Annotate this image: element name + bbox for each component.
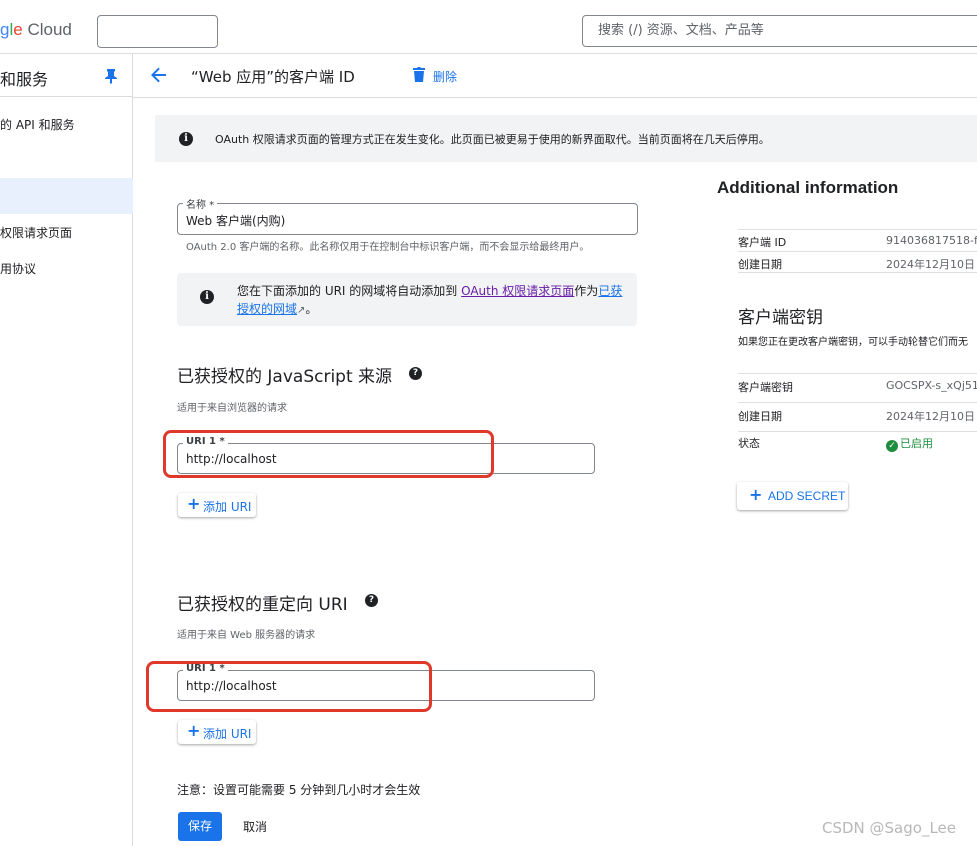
- settings-note: 注意：设置可能需要 5 分钟到几小时才会生效: [177, 783, 421, 797]
- project-selector[interactable]: [97, 15, 218, 48]
- help-icon[interactable]: ?: [365, 594, 378, 607]
- nav-divider: [0, 96, 133, 97]
- search-input[interactable]: 搜索 (/) 资源、文档、产品等: [582, 15, 977, 47]
- secret-row: 创建日期 2024年12月10日: [738, 402, 977, 431]
- plus-icon: +: [187, 494, 201, 513]
- secret-row: 状态 ✓ 已启用: [738, 431, 977, 460]
- client-name-hint: OAuth 2.0 客户端的名称。此名称仅用于在控制台中标识客户端，而不会显示给…: [186, 242, 590, 253]
- js-origins-subtitle: 适用于来自浏览器的请求: [177, 403, 287, 414]
- info-icon: i: [200, 290, 214, 304]
- trash-icon[interactable]: [412, 66, 426, 83]
- google-cloud-logo[interactable]: gle Cloud: [0, 20, 72, 40]
- highlight-box: [163, 430, 494, 478]
- top-bar: gle Cloud 搜索 (/) 资源、文档、产品等: [0, 0, 977, 54]
- page-title: “Web 应用”的客户端 ID: [191, 68, 355, 86]
- info-banner: i OAuth 权限请求页面的管理方式正在发生变化。此页面已被更易于使用的新界面…: [155, 115, 977, 162]
- sidebar-item-api-services[interactable]: 的 API 和服务: [0, 116, 75, 133]
- redirect-uris-title: 已获授权的重定向 URI: [177, 595, 348, 615]
- redirect-uris-subtitle: 适用于来自 Web 服务器的请求: [177, 630, 316, 641]
- client-name-value: Web 客户端(内购): [186, 214, 286, 228]
- cancel-button[interactable]: 取消: [243, 818, 267, 835]
- add-js-origin-button[interactable]: + 添加 URI: [178, 493, 256, 517]
- help-icon[interactable]: ?: [409, 367, 422, 380]
- check-circle-icon: ✓: [886, 440, 898, 452]
- header-divider: [133, 97, 977, 98]
- plus-icon: +: [749, 485, 763, 504]
- back-arrow-icon[interactable]: [150, 66, 168, 84]
- save-button[interactable]: 保存: [178, 812, 222, 841]
- status-badge: 已启用: [900, 437, 933, 450]
- add-secret-button[interactable]: + ADD SECRET: [737, 482, 848, 510]
- client-secret-desc: 如果您正在更改客户端密钥，可以手动轮替它们而无: [738, 337, 968, 348]
- delete-button[interactable]: 删除: [433, 68, 457, 85]
- watermark: CSDN @Sago_Lee: [822, 819, 956, 837]
- secret-row: 客户端密钥 GOCSPX-s_xQj51S: [738, 373, 977, 402]
- client-name-label: 名称 *: [183, 196, 218, 211]
- additional-info-title: Additional information: [717, 178, 899, 197]
- info-row: 客户端 ID 914036817518-fji: [738, 229, 977, 251]
- nav-title: 和服务: [0, 70, 49, 89]
- info-row: 创建日期 2024年12月10日: [738, 251, 977, 273]
- sidebar-item-credentials[interactable]: [0, 178, 133, 214]
- add-redirect-uri-button[interactable]: + 添加 URI: [178, 720, 256, 744]
- client-name-field[interactable]: Web 客户端(内购): [177, 203, 638, 235]
- info-icon: i: [179, 132, 193, 146]
- domain-notice: i 您在下面添加的 URI 的网域将自动添加到 OAuth 权限请求页面作为已获…: [177, 273, 637, 326]
- sidebar-item-terms[interactable]: 用协议: [0, 260, 36, 277]
- client-secret-title: 客户端密钥: [738, 308, 823, 328]
- notice-text: 您在下面添加的 URI 的网域将自动添加到 OAuth 权限请求页面作为已获授权…: [237, 284, 623, 316]
- pin-icon[interactable]: [104, 68, 118, 84]
- banner-text: OAuth 权限请求页面的管理方式正在发生变化。此页面已被更易于使用的新界面取代…: [215, 133, 770, 146]
- consent-screen-link[interactable]: OAuth 权限请求页面: [461, 284, 574, 298]
- sidebar-item-consent-screen[interactable]: 权限请求页面: [0, 224, 72, 241]
- plus-icon: +: [187, 721, 201, 740]
- js-origins-title: 已获授权的 JavaScript 来源: [177, 367, 393, 387]
- highlight-box: [146, 661, 432, 712]
- left-nav: 和服务 的 API 和服务 权限请求页面 用协议: [0, 54, 133, 846]
